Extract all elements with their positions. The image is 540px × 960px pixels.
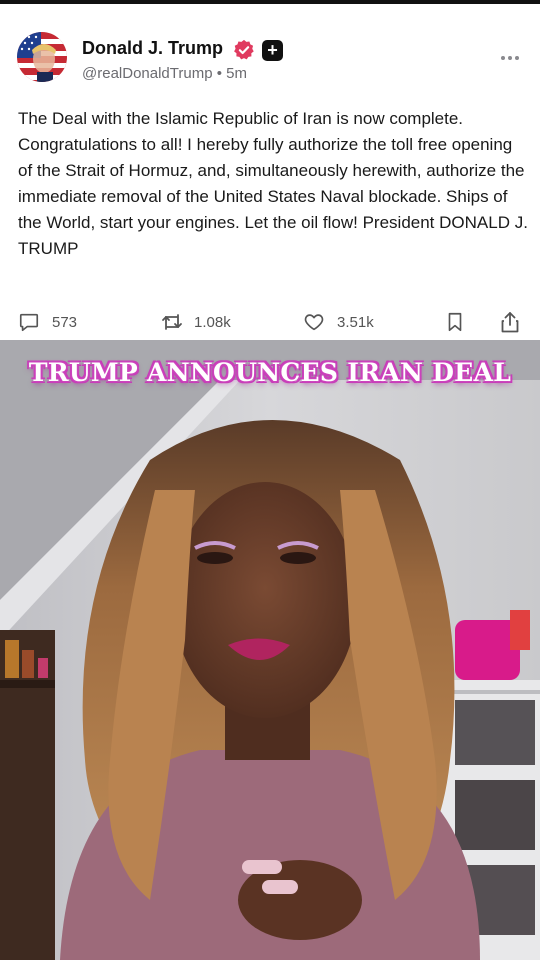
share-icon <box>501 312 519 333</box>
more-options-icon[interactable] <box>498 48 522 68</box>
plus-badge-icon: + <box>262 40 283 61</box>
video-player[interactable]: TRUMP ANNOUNCES IRAN DEAL <box>0 340 540 960</box>
author-avatar[interactable] <box>17 32 67 82</box>
repost-button[interactable]: 1.08k <box>160 309 231 335</box>
like-count: 3.51k <box>337 313 374 331</box>
post-body: The Deal with the Islamic Republic of Ir… <box>18 109 528 258</box>
heart-icon <box>304 314 324 331</box>
repost-icon <box>162 314 182 330</box>
video-frame-image <box>0 340 540 960</box>
video-caption: TRUMP ANNOUNCES IRAN DEAL <box>28 358 512 387</box>
verified-badge-icon <box>233 39 255 61</box>
bookmark-button[interactable] <box>445 309 465 335</box>
comment-icon <box>19 313 39 332</box>
post-time: 5m <box>226 65 248 82</box>
author-name[interactable]: Donald J. Trump <box>82 38 223 59</box>
bookmark-icon <box>448 312 462 332</box>
like-button[interactable]: 3.51k <box>303 309 374 335</box>
author-handle[interactable]: @realDonaldTrump <box>82 65 213 82</box>
reply-button[interactable]: 573 <box>18 309 77 335</box>
post-card: Donald J. Trump + @realDonaldTrump • 5m … <box>0 0 540 340</box>
share-button[interactable] <box>499 309 521 335</box>
author-meta: @realDonaldTrump • 5m <box>82 65 247 82</box>
reply-count: 573 <box>52 313 78 331</box>
avatar-image <box>17 32 67 82</box>
meta-separator: • <box>216 65 222 82</box>
repost-count: 1.08k <box>194 313 231 331</box>
